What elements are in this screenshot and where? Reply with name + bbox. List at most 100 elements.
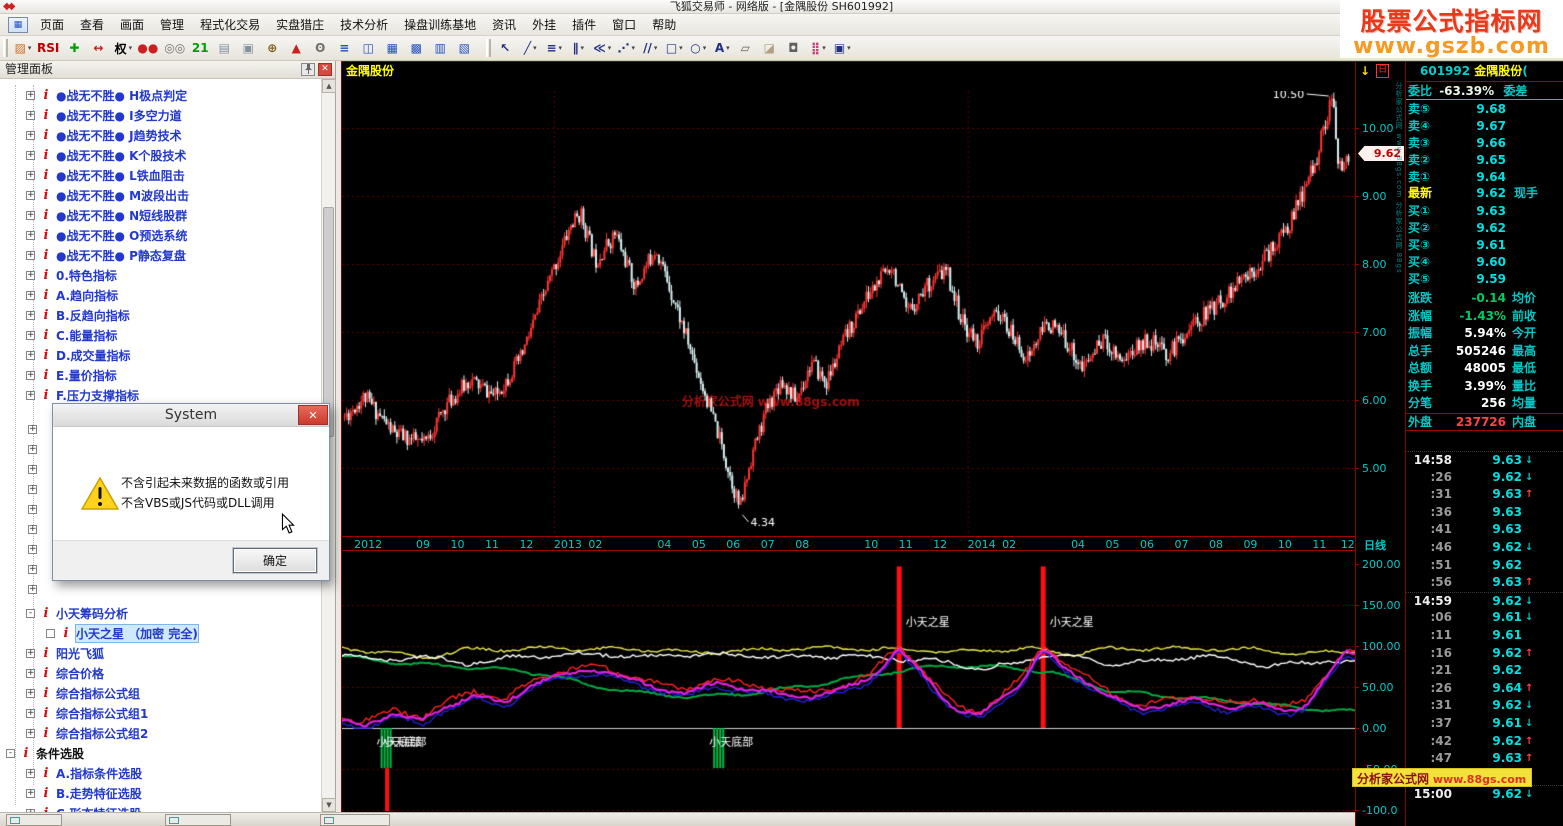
- rsi-icon[interactable]: RSI: [36, 38, 62, 59]
- open-book-icon[interactable]: ▣: [238, 38, 260, 59]
- expand-plus-icon[interactable]: +: [26, 270, 35, 280]
- quote-header[interactable]: 601992 金隅股份(: [1406, 62, 1563, 82]
- tree-item[interactable]: + i ●战无不胜● M波段出击: [0, 185, 318, 205]
- pointer-icon[interactable]: ↖: [495, 38, 517, 59]
- window-tab[interactable]: [6, 814, 62, 826]
- expand-box-icon[interactable]: +: [26, 688, 35, 698]
- expand-plus-icon[interactable]: +: [26, 210, 35, 220]
- grid-window-icon[interactable]: ▥: [430, 38, 452, 59]
- period-label[interactable]: 日线: [1364, 537, 1386, 553]
- tree-item[interactable]: + i ●战无不胜● O预选系统: [0, 225, 318, 245]
- menu-item[interactable]: 查看: [72, 15, 112, 35]
- tree-item[interactable]: + i 综合指标公式组: [0, 683, 318, 703]
- ellipse-icon[interactable]: ○ ▾: [687, 38, 709, 59]
- buy-level-row[interactable]: 买③ 9.61: [1406, 237, 1563, 254]
- menu-item[interactable]: 画面: [112, 15, 152, 35]
- expand-plus-icon[interactable]: +: [28, 505, 37, 514]
- menu-item[interactable]: 页面: [32, 15, 72, 35]
- dialog-close-icon[interactable]: ✕: [298, 405, 328, 425]
- expand-plus-icon[interactable]: +: [26, 310, 35, 320]
- menu-item[interactable]: 操盘训练基地: [396, 15, 484, 35]
- expand-plus-icon[interactable]: +: [28, 545, 37, 554]
- toolbar-grip[interactable]: [3, 39, 8, 57]
- window-tab[interactable]: [165, 814, 231, 826]
- signal-lights-icon[interactable]: ●●: [136, 38, 161, 59]
- tree-item[interactable]: + i ●战无不胜● P静态复盘: [0, 245, 318, 265]
- indicator-header[interactable]: 小天之星(5,2) 短筹:76.731↑ 中筹:56.419↑ 长筹:9.510…: [342, 551, 1356, 566]
- tree-item[interactable]: + i B.走势特征选股: [0, 783, 318, 803]
- daily-period-icon[interactable]: 日: [1376, 64, 1390, 78]
- buy-level-row[interactable]: 买④ 9.60: [1406, 254, 1563, 271]
- expand-box-icon[interactable]: -: [26, 608, 35, 618]
- swap-arrow-icon[interactable]: ↔: [88, 38, 110, 59]
- expand-plus-icon[interactable]: +: [28, 445, 37, 454]
- window-tab[interactable]: [320, 814, 390, 826]
- hlines-icon[interactable]: ≡ ▾: [543, 38, 565, 59]
- scroll-down-arrow-icon[interactable]: ↓: [1360, 64, 1370, 78]
- gann-fan-icon[interactable]: ≪ ▾: [591, 38, 613, 59]
- tree-item[interactable]: + i F.压力支撑指标: [0, 385, 318, 405]
- tick-list[interactable]: 14:58 9.63 ↓ :26 9.62 ↓ :31 9.63 ↑ :36 9…: [1406, 451, 1563, 803]
- expand-plus-icon[interactable]: +: [28, 425, 37, 434]
- expand-plus-icon[interactable]: +: [26, 250, 35, 260]
- candlestick-chart[interactable]: [342, 91, 1356, 536]
- search-icon[interactable]: ⊕: [262, 38, 284, 59]
- tree-item[interactable]: + i D.成交量指标: [0, 345, 318, 365]
- tree-item[interactable]: + i ●战无不胜● N短线股群: [0, 205, 318, 225]
- expand-plus-icon[interactable]: +: [26, 130, 35, 140]
- menu-item[interactable]: 帮助: [644, 15, 684, 35]
- split-panes-icon[interactable]: ◫: [358, 38, 380, 59]
- rectangle-icon[interactable]: □ ▾: [663, 38, 685, 59]
- menu-item[interactable]: 实盘猎庄: [268, 15, 332, 35]
- expand-box-icon[interactable]: +: [26, 668, 35, 678]
- sell-level-row[interactable]: 卖④ 9.67: [1406, 118, 1563, 135]
- close-icon[interactable]: ✕: [318, 63, 332, 76]
- tree-item[interactable]: - i 小天筹码分析: [0, 603, 318, 623]
- tree-item[interactable]: - i 条件选股: [0, 743, 318, 763]
- expand-box-icon[interactable]: +: [26, 708, 35, 718]
- menu-item[interactable]: 资讯: [484, 15, 524, 35]
- chart-window-alt-icon[interactable]: ▩: [406, 38, 428, 59]
- menu-item[interactable]: 插件: [564, 15, 604, 35]
- expand-box-icon[interactable]: +: [26, 728, 35, 738]
- menu-item[interactable]: 管理: [152, 15, 192, 35]
- sell-level-row[interactable]: 卖① 9.64: [1406, 169, 1563, 186]
- tree-item[interactable]: + i ●战无不胜● J趋势技术: [0, 125, 318, 145]
- move-cross-icon[interactable]: ✚: [64, 38, 86, 59]
- expand-plus-icon[interactable]: +: [26, 90, 35, 100]
- list-panel-icon[interactable]: ≡: [334, 38, 356, 59]
- tree-item[interactable]: + i 0.特色指标: [0, 265, 318, 285]
- tree-item[interactable]: i 小天之星 （加密 完全): [0, 623, 318, 643]
- tree-item[interactable]: + i 综合指标公式组1: [0, 703, 318, 723]
- trendline-icon[interactable]: ╱ ▾: [519, 38, 541, 59]
- expand-plus-icon[interactable]: +: [26, 110, 35, 120]
- scroll-down-icon[interactable]: ▼: [322, 798, 336, 812]
- lock-icon[interactable]: ◘: [783, 38, 805, 59]
- text-tool-icon[interactable]: A ▾: [711, 38, 733, 59]
- buy-level-row[interactable]: 买① 9.63: [1406, 203, 1563, 220]
- expand-box-icon[interactable]: +: [26, 648, 35, 658]
- expand-plus-icon[interactable]: +: [28, 465, 37, 474]
- tree-item[interactable]: + i 阳光飞狐: [0, 643, 318, 663]
- expand-plus-icon[interactable]: +: [26, 290, 35, 300]
- calendar-21-icon[interactable]: 21: [190, 38, 212, 59]
- tree-item[interactable]: + i C.形态特征选股: [0, 803, 318, 812]
- menu-item[interactable]: 外挂: [524, 15, 564, 35]
- toolbar-grip[interactable]: [486, 39, 492, 57]
- title-bar[interactable]: ◆◆ 飞狐交易师 - 网络版 - [金隅股份 SH601992]: [0, 0, 1563, 14]
- expand-box-icon[interactable]: +: [26, 788, 35, 798]
- sell-level-row[interactable]: 卖③ 9.66: [1406, 135, 1563, 152]
- tree-item[interactable]: + i ●战无不胜● L铁血阻击: [0, 165, 318, 185]
- tree-item[interactable]: + i E.量价指标: [0, 365, 318, 385]
- tree-item[interactable]: + i ●战无不胜● I多空力道: [0, 105, 318, 125]
- buy-level-row[interactable]: 买⑤ 9.59: [1406, 271, 1563, 288]
- report-window-icon[interactable]: ▧: [454, 38, 476, 59]
- save-icon[interactable]: ▣ ▾: [831, 38, 853, 59]
- tree-item[interactable]: + i A.趋向指标: [0, 285, 318, 305]
- expand-plus-icon[interactable]: +: [28, 565, 37, 574]
- expand-plus-icon[interactable]: +: [26, 190, 35, 200]
- palette-icon[interactable]: ⣿ ▾: [807, 38, 829, 59]
- expand-plus-icon[interactable]: +: [26, 370, 35, 380]
- menu-item[interactable]: 程式化交易: [192, 15, 268, 35]
- rights-adjust-button[interactable]: 权 ▾: [112, 38, 134, 59]
